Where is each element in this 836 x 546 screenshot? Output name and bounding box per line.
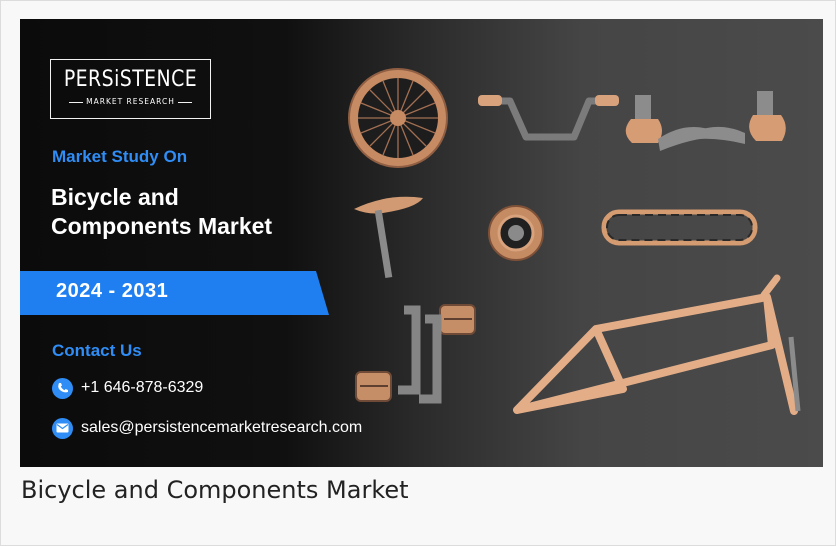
market-title: Bicycle and Components Market — [51, 183, 272, 241]
forecast-years-band: 2024 - 2031 — [20, 271, 329, 315]
page-frame: PERSiSTENCE MARKET RESEARCH Market Study… — [0, 0, 836, 546]
email-icon-glyph — [56, 423, 69, 433]
email-address: sales@persistencemarketresearch.com — [81, 419, 363, 436]
market-banner-image: PERSiSTENCE MARKET RESEARCH Market Study… — [20, 19, 823, 467]
email-contact: sales@persistencemarketresearch.com — [52, 417, 362, 439]
phone-contact: +1 646-878-6329 — [52, 377, 203, 399]
wheel-part — [348, 68, 448, 168]
bike-frame-part — [513, 274, 801, 415]
contact-label: Contact Us — [52, 341, 142, 360]
brand-logo: PERSiSTENCE MARKET RESEARCH — [50, 59, 211, 119]
image-caption: Bicycle and Components Market — [21, 476, 409, 504]
email-icon — [52, 417, 73, 439]
phone-number: +1 646-878-6329 — [81, 379, 204, 396]
forecast-years: 2024 - 2031 — [56, 280, 169, 302]
handlebar-part — [478, 95, 619, 141]
pedal-part — [355, 304, 476, 404]
brake-lever-part — [625, 91, 786, 151]
phone-icon — [52, 377, 73, 399]
chain-part — [601, 209, 758, 246]
saddle-part — [354, 196, 423, 279]
logo-subtext: MARKET RESEARCH — [51, 97, 210, 106]
phone-icon-glyph — [57, 383, 68, 393]
study-label: Market Study On — [52, 147, 188, 166]
logo-text: PERSiSTENCE — [63, 67, 198, 92]
title-line-1: Bicycle and — [51, 184, 179, 210]
title-line-2: Components Market — [51, 213, 273, 239]
sprocket-part — [488, 205, 544, 261]
